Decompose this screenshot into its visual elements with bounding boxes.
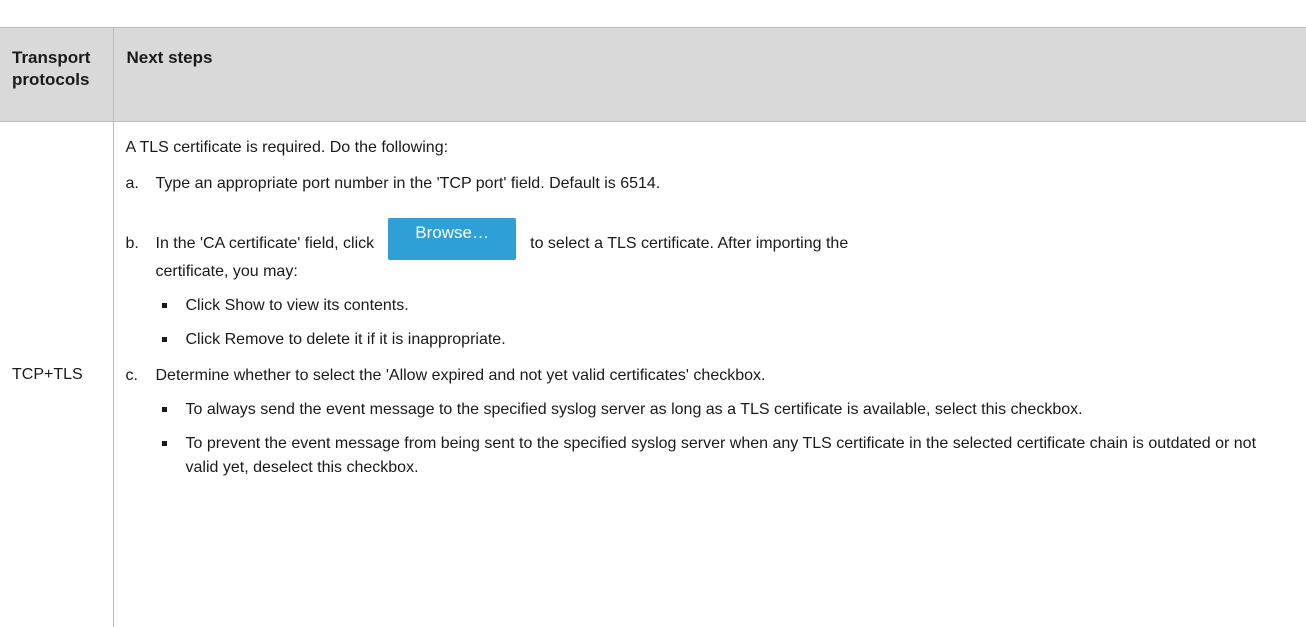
protocol-cell: TCP+TLS [0,122,113,627]
next-steps-cell: A TLS certificate is required. Do the fo… [113,122,1306,627]
header-transport-protocols: Transport protocols [0,28,113,122]
bullet-icon [156,294,186,318]
header-next-steps: Next steps [113,28,1306,122]
table-header-row: Transport protocols Next steps [0,28,1306,122]
step-b-label: b. [126,232,156,352]
browse-button[interactable]: Browse… [388,218,516,260]
step-b-text-before: In the 'CA certificate' field, click [156,232,375,256]
page-top-margin [0,0,1306,27]
table-row: TCP+TLS A TLS certificate is required. D… [0,122,1306,627]
transport-protocols-table: Transport protocols Next steps TCP+TLS A… [0,27,1306,627]
intro-text: A TLS certificate is required. Do the fo… [126,136,1291,160]
list-item: To always send the event message to the … [156,398,1291,422]
step-c-text: Determine whether to select the 'Allow e… [156,364,1291,388]
bullet-icon [156,432,186,480]
step-a-text: Type an appropriate port number in the '… [156,172,1291,196]
step-c: c. Determine whether to select the 'Allo… [126,364,1291,480]
bullet-icon [156,328,186,352]
step-b-text-cont: certificate, you may: [156,260,1291,284]
step-a: a. Type an appropriate port number in th… [126,172,1291,196]
step-a-label: a. [126,172,156,196]
step-b-text-after: to select a TLS certificate. After impor… [530,232,848,256]
step-c-label: c. [126,364,156,480]
list-item: Click Remove to delete it if it is inapp… [156,328,1291,352]
step-b: b. In the 'CA certificate' field, click … [126,232,1291,352]
list-item: Click Show to view its contents. [156,294,1291,318]
list-item: To prevent the event message from being … [156,432,1291,480]
bullet-icon [156,398,186,422]
